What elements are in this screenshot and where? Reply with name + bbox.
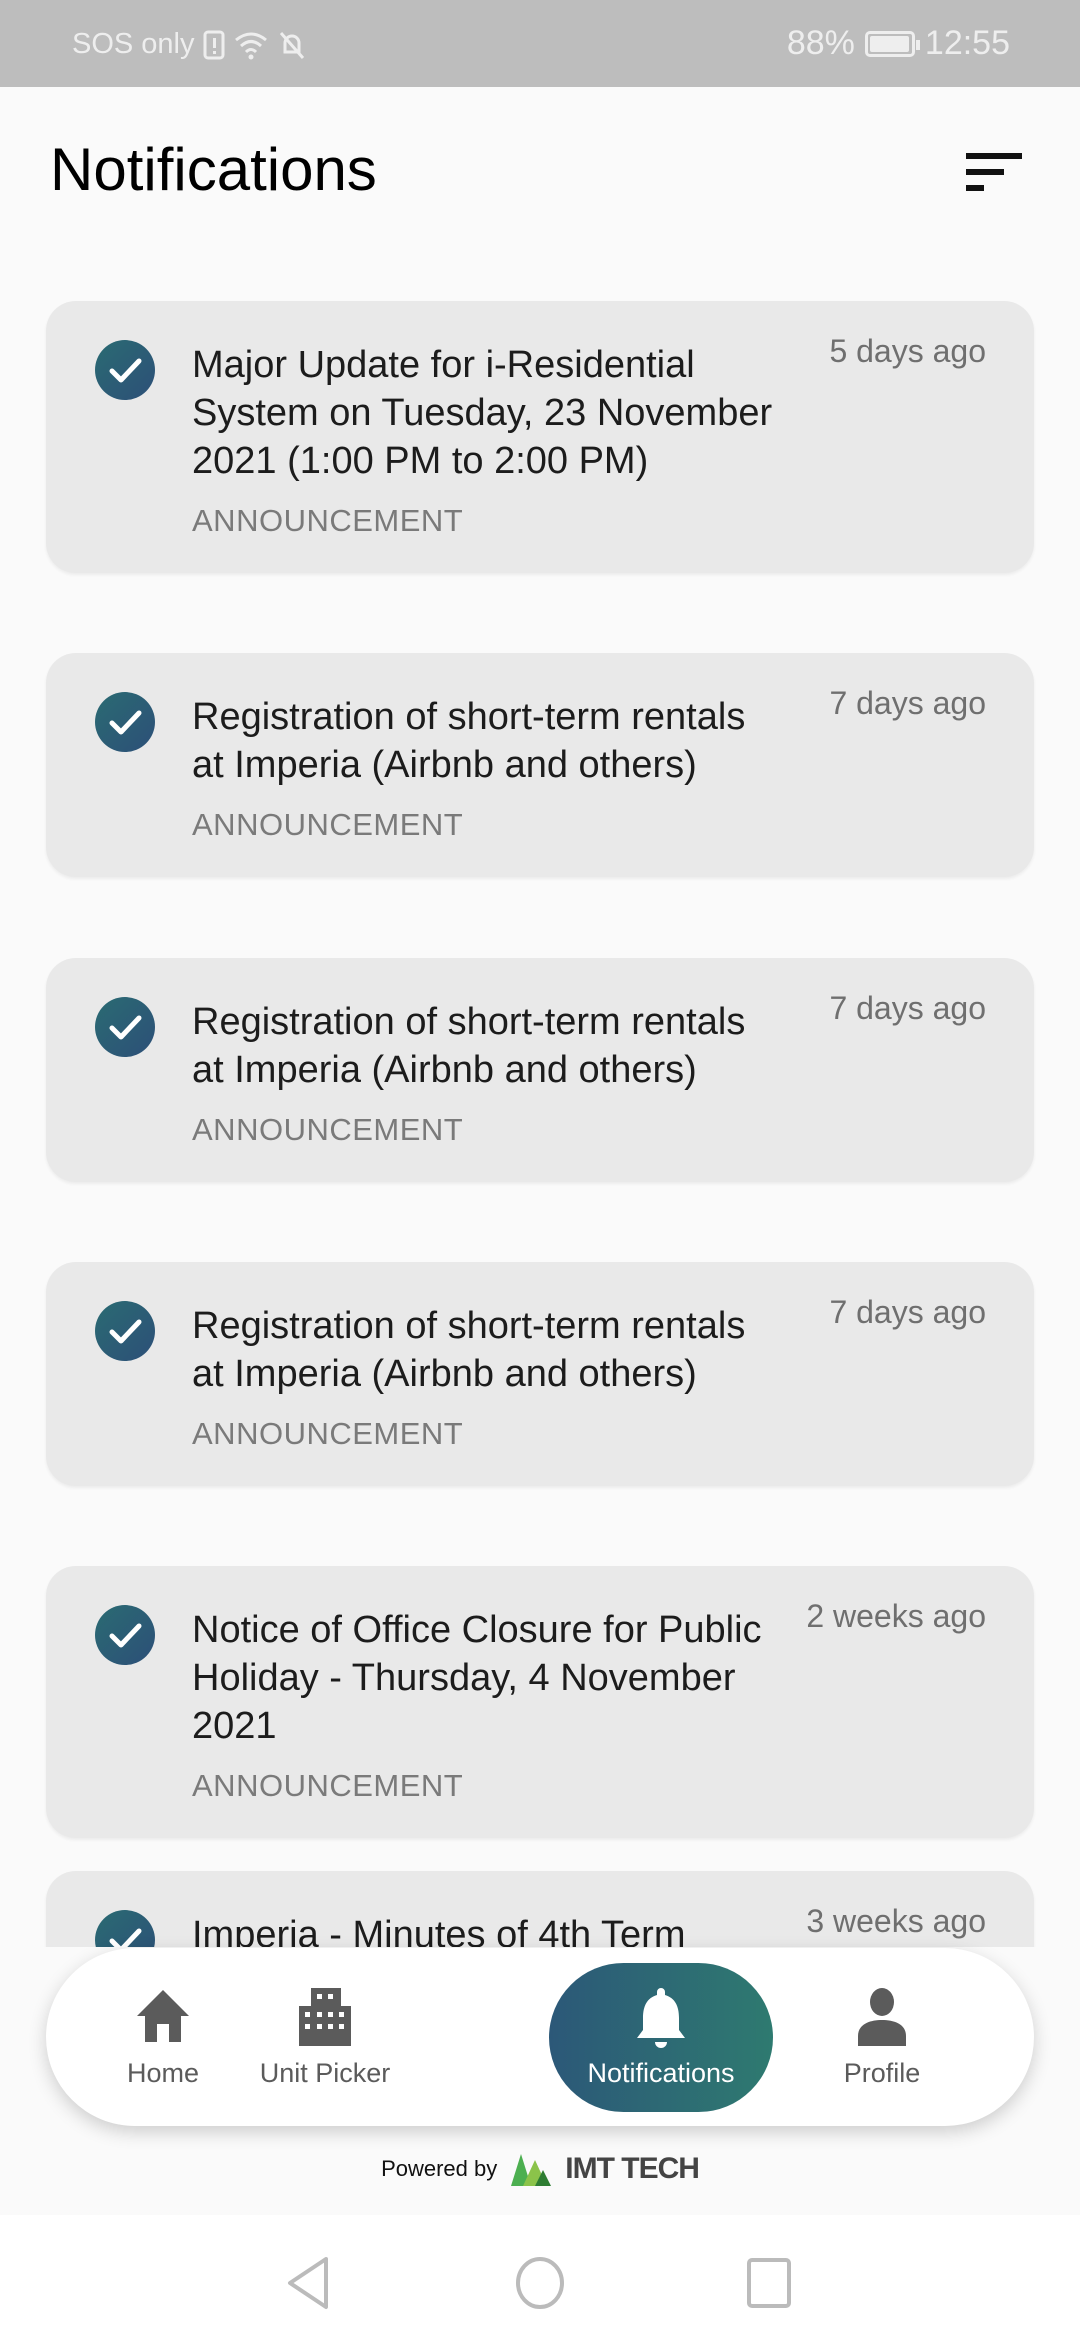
notification-list[interactable]: Major Update for i-Residential System on… [0, 267, 1080, 1947]
read-check-icon [95, 340, 155, 400]
notification-card[interactable]: Registration of short-term rentals at Im… [46, 958, 1034, 1182]
notification-time: 5 days ago [829, 333, 986, 369]
brand-name: IMT TECH [565, 2152, 700, 2185]
page-title: Notifications [50, 136, 377, 203]
notification-type: ANNOUNCEMENT [192, 807, 464, 842]
carrier-text: SOS only [72, 28, 195, 60]
imt-tech-logo [511, 2154, 552, 2186]
read-check-icon [95, 1910, 155, 1947]
notification-time: 2 weeks ago [806, 1598, 986, 1634]
notification-time: 7 days ago [829, 1294, 986, 1330]
home-circle-icon[interactable] [514, 2255, 566, 2311]
notification-time: 7 days ago [829, 685, 986, 721]
battery-icon [864, 30, 920, 57]
notification-card[interactable]: Major Update for i-Residential System on… [46, 301, 1034, 573]
nav-item-unit-picker[interactable]: Unit Picker [213, 1948, 437, 2126]
nav-label: Unit Picker [259, 2057, 391, 2088]
sim-alert-icon [203, 30, 224, 59]
recents-icon[interactable] [746, 2257, 792, 2309]
notification-title: Registration of short-term rentals at Im… [192, 1305, 746, 1395]
nav-label: Notifications [587, 2058, 735, 2088]
notification-type: ANNOUNCEMENT [192, 1112, 464, 1147]
notification-title: Major Update for i-Residential System on… [192, 344, 773, 482]
read-check-icon [95, 997, 155, 1057]
nav-label: Home [126, 2057, 200, 2088]
back-icon[interactable] [284, 2255, 334, 2311]
notification-type: ANNOUNCEMENT [192, 503, 464, 538]
bell-icon [633, 1986, 689, 2048]
powered-by-text: Powered by [381, 2156, 498, 2181]
home-icon [133, 1986, 193, 2046]
notification-title: Imperia - Minutes of 4th Term [192, 1914, 686, 1947]
notification-title: Registration of short-term rentals at Im… [192, 1001, 746, 1091]
bell-muted-icon [279, 31, 304, 59]
notification-card[interactable]: Registration of short-term rentals at Im… [46, 653, 1034, 877]
notification-card[interactable]: Notice of Office Closure for Public Holi… [46, 1566, 1034, 1838]
notification-card[interactable]: Registration of short-term rentals at Im… [46, 1262, 1034, 1486]
sort-filter-icon[interactable] [966, 151, 1022, 191]
clock: 12:55 [924, 24, 1010, 62]
read-check-icon [95, 1605, 155, 1665]
notification-card[interactable]: Imperia - Minutes of 4th Term ANNOUNCEME… [46, 1871, 1034, 1947]
building-icon [297, 1986, 353, 2046]
nav-item-notifications[interactable]: Notifications [549, 1963, 773, 2112]
nav-item-profile[interactable]: Profile [770, 1948, 994, 2126]
notification-title: Notice of Office Closure for Public Holi… [192, 1609, 762, 1747]
notification-time: 7 days ago [829, 990, 986, 1026]
notification-type: ANNOUNCEMENT [192, 1416, 464, 1451]
status-bar: SOS only 88% 12:55 [0, 0, 1080, 87]
read-check-icon [95, 692, 155, 752]
notification-title: Registration of short-term rentals at Im… [192, 696, 746, 786]
powered-by-footer: Powered by IMT TECH [0, 2150, 1080, 2188]
system-navigation-bar [0, 2215, 1080, 2340]
person-icon [854, 1986, 910, 2046]
wifi-icon [234, 32, 267, 59]
notification-time: 3 weeks ago [806, 1903, 986, 1939]
read-check-icon [95, 1301, 155, 1361]
app-header: Notifications [0, 87, 1080, 267]
bottom-navigation: Home Unit Picker Notifications Profile [46, 1948, 1034, 2126]
nav-label: Profile [843, 2057, 921, 2088]
battery-percent: 88% [786, 24, 855, 62]
notification-type: ANNOUNCEMENT [192, 1768, 464, 1803]
